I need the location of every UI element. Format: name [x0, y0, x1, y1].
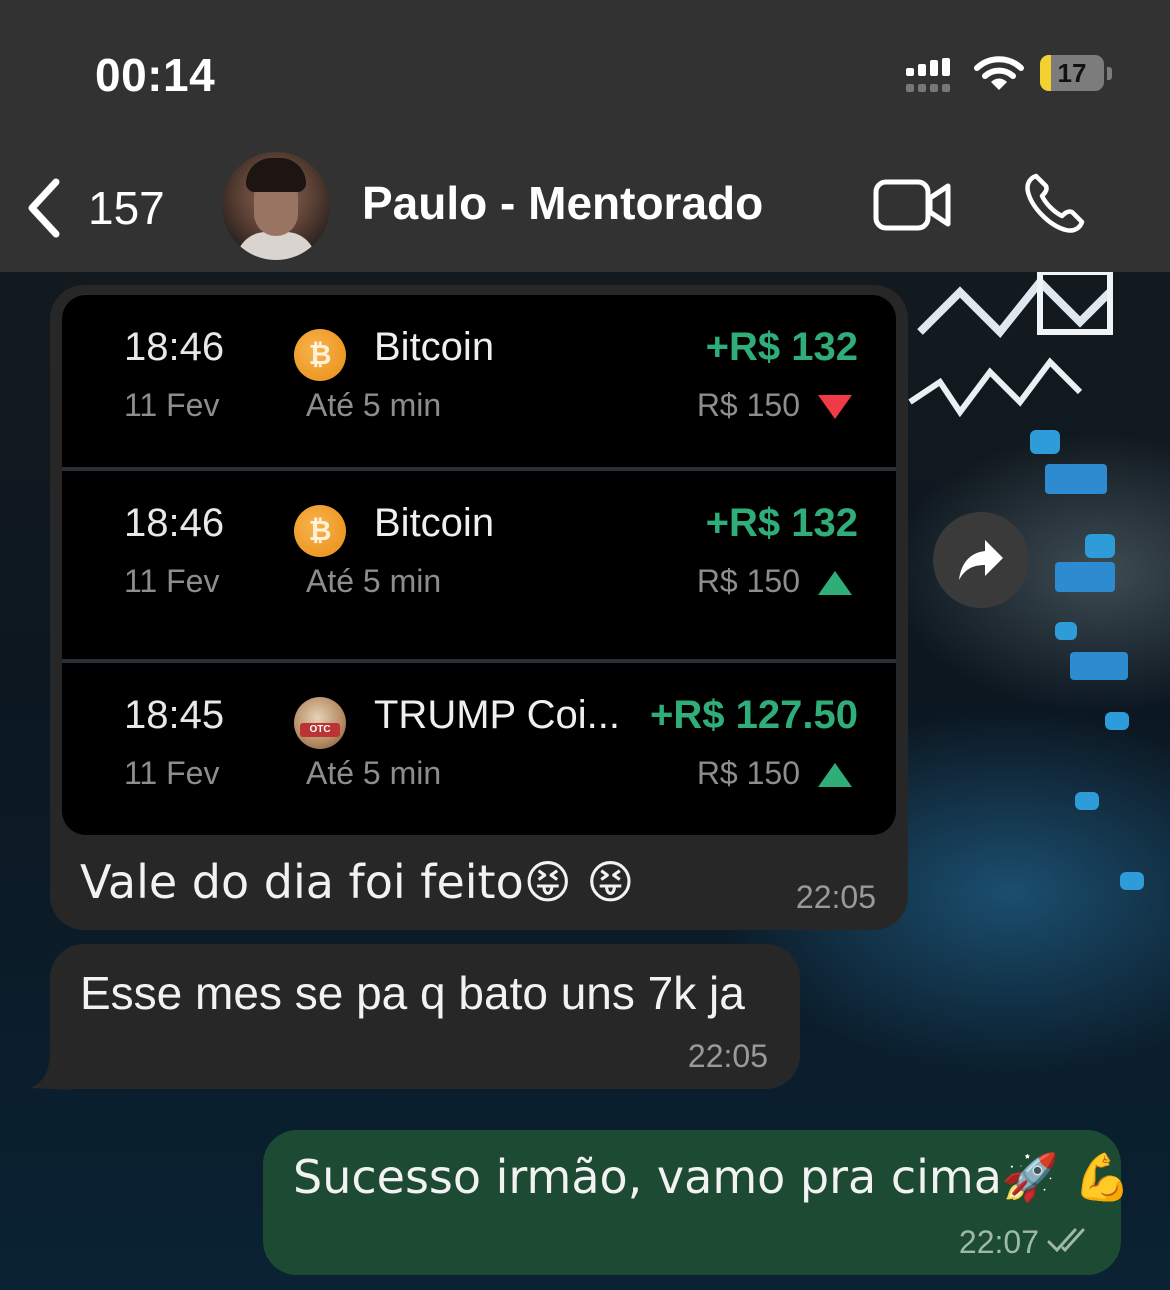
trump-coin-icon: OTC [294, 697, 346, 749]
trade-duration: Até 5 min [306, 387, 442, 423]
trade-row: 18:45 11 Fev OTC TRUMP Coi... Até 5 min … [62, 659, 896, 835]
trade-row: 18:46 11 Fev ₿ Bitcoin Até 5 min +R$ 132… [62, 467, 896, 661]
video-camera-icon[interactable] [872, 176, 952, 234]
avatar[interactable] [222, 152, 330, 260]
bitcoin-icon: ₿ [294, 329, 346, 381]
forward-button[interactable] [933, 512, 1029, 608]
trade-time: 18:46 [124, 501, 225, 545]
trade-date: 11 Fev [124, 563, 220, 599]
forward-arrow-icon [959, 540, 1003, 580]
trade-profit: +R$ 127.50 [650, 693, 858, 737]
chat-header: 00:14 17 157 Paulo - Mentorado [0, 0, 1170, 272]
trade-date: 11 Fev [124, 387, 220, 423]
battery-level: 17 [1057, 58, 1087, 88]
trade-asset: Bitcoin [374, 501, 495, 545]
message-time: 22:05 [795, 879, 876, 915]
trade-date: 11 Fev [124, 755, 220, 791]
trade-time: 18:45 [124, 693, 225, 737]
cellular-signal-icon [906, 58, 950, 92]
arrow-up-icon [818, 571, 852, 595]
trade-asset: Bitcoin [374, 325, 495, 369]
trade-profit: +R$ 132 [705, 325, 858, 369]
trade-time: 18:46 [124, 325, 225, 369]
arrow-down-icon [818, 395, 852, 419]
contact-name[interactable]: Paulo - Mentorado [362, 176, 763, 230]
trade-stake: R$ 150 [696, 755, 800, 791]
trade-duration: Até 5 min [306, 563, 442, 599]
bitcoin-icon: ₿ [294, 505, 346, 557]
message-time: 22:07 [958, 1224, 1039, 1260]
incoming-message[interactable]: Esse mes se pa q bato uns 7k ja 22:05 [50, 944, 800, 1089]
message-text: Sucesso irmão, vamo pra cima🚀 💪 [293, 1150, 1132, 1204]
wifi-icon [974, 56, 1024, 90]
arrow-up-icon [818, 763, 852, 787]
trade-row: 18:46 11 Fev ₿ Bitcoin Até 5 min +R$ 132… [62, 295, 896, 485]
back-button[interactable]: 157 [22, 170, 165, 246]
trade-stake: R$ 150 [696, 563, 800, 599]
incoming-message-image[interactable]: 18:46 11 Fev ₿ Bitcoin Até 5 min +R$ 132… [50, 285, 908, 930]
message-text: Vale do dia foi feito😝 😝 [80, 855, 635, 909]
double-check-icon [1047, 1228, 1085, 1253]
trade-history-image[interactable]: 18:46 11 Fev ₿ Bitcoin Até 5 min +R$ 132… [62, 295, 896, 835]
trade-duration: Até 5 min [306, 755, 442, 791]
unread-count: 157 [88, 182, 165, 234]
message-time: 22:05 [687, 1038, 768, 1074]
trade-asset: TRUMP Coi... [374, 693, 620, 737]
trade-stake: R$ 150 [696, 387, 800, 423]
status-time: 00:14 [95, 49, 216, 101]
trade-profit: +R$ 132 [705, 501, 858, 545]
outgoing-message[interactable]: Sucesso irmão, vamo pra cima🚀 💪 22:07 [263, 1130, 1131, 1275]
phone-icon[interactable] [1022, 172, 1086, 236]
message-text: Esse mes se pa q bato uns 7k ja [80, 967, 745, 1019]
battery-indicator: 17 [1040, 55, 1112, 93]
chevron-left-icon [28, 178, 60, 238]
